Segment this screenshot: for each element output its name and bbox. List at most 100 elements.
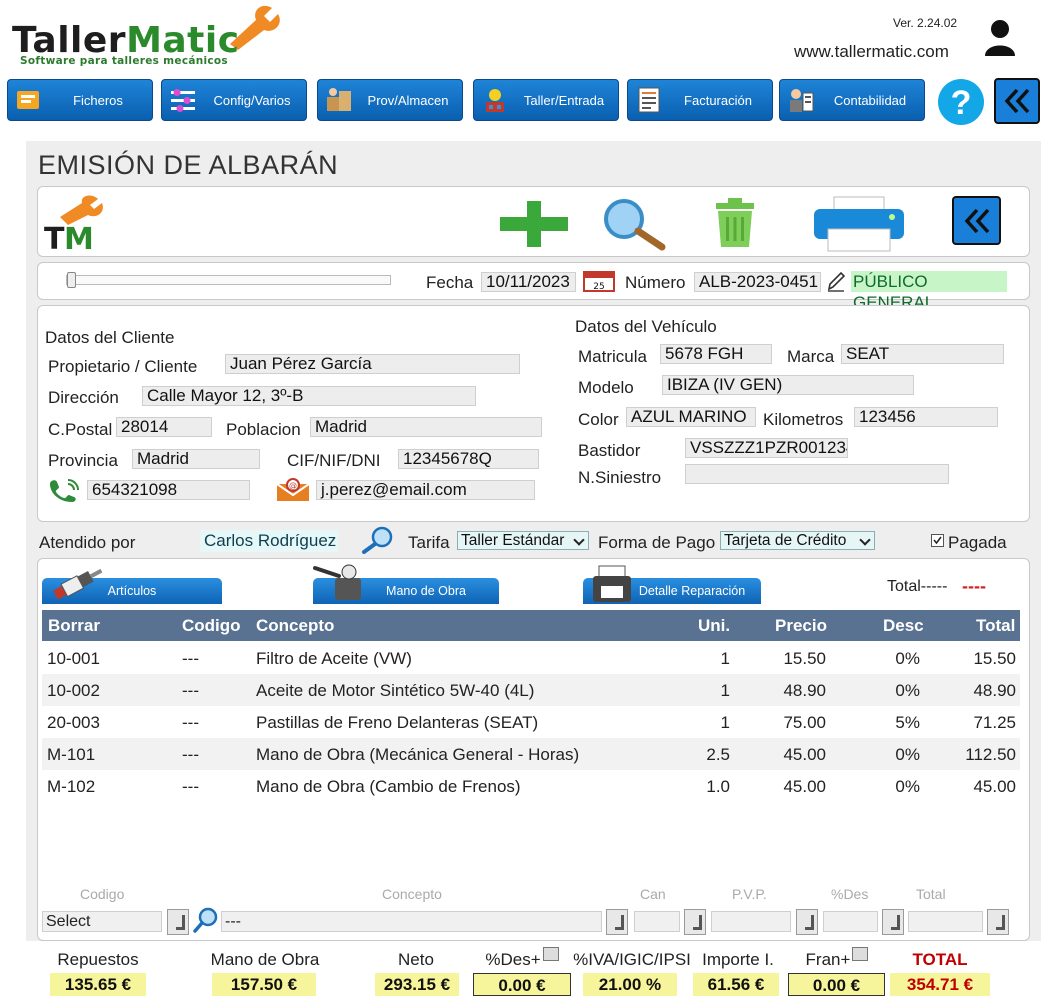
website-link[interactable]: www.tallermatic.com (794, 42, 949, 62)
record-slider[interactable] (66, 272, 391, 288)
help-icon[interactable]: ? (935, 78, 987, 126)
numero-field[interactable]: ALB-2023-0451 (694, 272, 821, 292)
cpostal-label: C.Postal (48, 420, 113, 439)
cell-codigo: --- (182, 745, 199, 764)
des-plus-toggle[interactable] (542, 947, 559, 961)
email-field[interactable]: j.perez@email.com (316, 480, 535, 500)
bastidor-field[interactable]: VSSZZZ1PZR001234 (685, 438, 848, 458)
modelo-field[interactable]: IBIZA (IV GEN) (662, 375, 914, 395)
cif-field[interactable]: 12345678Q (398, 449, 539, 469)
back-toolbar-button[interactable] (952, 196, 1001, 245)
tab-detalle-reparacion-label: Detalle Reparación (638, 584, 746, 598)
entry-codigo-select[interactable]: Select (42, 911, 162, 932)
svg-text:M: M (64, 222, 94, 251)
total-final-value: 354.71 € (890, 973, 990, 996)
cell-concepto: Filtro de Aceite (VW) (256, 649, 412, 668)
nav-facturacion-label: Facturación (684, 92, 752, 108)
tab-mano-de-obra-label: Mano de Obra (386, 584, 466, 598)
pagada-checkbox[interactable] (931, 534, 944, 547)
table-row[interactable]: M-102 --- Mano de Obra (Cambio de Frenos… (42, 770, 1020, 802)
cell-total: 15.50 (973, 649, 1016, 668)
cell-codigo-ref: M-102 (47, 777, 96, 796)
entry-des-button[interactable] (882, 909, 904, 935)
table-row[interactable]: 10-002 --- Aceite de Motor Sintético 5W-… (42, 674, 1020, 706)
cell-concepto: Pastillas de Freno Delanteras (SEAT) (256, 713, 539, 732)
entry-concepto-input[interactable]: --- (221, 911, 602, 932)
table-row[interactable]: 20-003 --- Pastillas de Freno Delanteras… (42, 706, 1020, 738)
user-icon[interactable] (982, 18, 1018, 56)
marca-field[interactable]: SEAT (841, 344, 1004, 364)
fran-plus-value: 0.00 € (788, 973, 885, 996)
table-row[interactable]: 10-001 --- Filtro de Aceite (VW) 1 15.50… (42, 642, 1020, 674)
entry-pvp-label: P.V.P. (732, 886, 767, 902)
direccion-field[interactable]: Calle Mayor 12, 3º-B (142, 386, 476, 406)
marca-label: Marca (787, 347, 835, 366)
entry-total-button[interactable] (987, 909, 1009, 935)
color-field[interactable]: AZUL MARINO (626, 407, 756, 427)
nav-facturacion-button[interactable]: Facturación (627, 79, 773, 121)
nav-contabilidad-button[interactable]: Contabilidad (779, 79, 925, 121)
slider-thumb[interactable] (67, 272, 76, 288)
svg-text:T: T (44, 222, 65, 251)
calendar-icon[interactable]: 25 (583, 270, 615, 292)
entry-pvp-input[interactable] (711, 911, 791, 932)
tarifa-label: Tarifa (408, 533, 450, 552)
entry-des-input[interactable] (823, 911, 878, 932)
atendido-field[interactable]: Carlos Rodríguez (200, 530, 338, 552)
search-employee-icon[interactable] (360, 526, 398, 554)
poblacion-field[interactable]: Madrid (310, 417, 542, 437)
total-final-label: TOTAL (912, 950, 968, 969)
print-icon[interactable] (810, 195, 908, 253)
col-codigo: Codigo (182, 616, 241, 635)
cell-codigo: --- (182, 777, 199, 796)
cell-codigo-ref: 20-003 (47, 713, 100, 732)
search-icon[interactable] (598, 197, 670, 253)
entry-can-button[interactable] (684, 909, 706, 935)
numero-label: Número (625, 273, 686, 292)
provincia-label: Provincia (48, 451, 118, 470)
cell-codigo-ref: M-101 (47, 745, 96, 764)
nav-prov-almacen-button[interactable]: Prov/Almacen (317, 79, 463, 121)
checkmark-icon (933, 536, 942, 545)
col-total: Total (976, 616, 1016, 635)
des-plus-label: %Des+ (478, 947, 566, 970)
cell-precio: 48.90 (783, 681, 826, 700)
forma-pago-select[interactable]: Tarjeta de Crédito (720, 531, 875, 550)
entry-total-input[interactable] (908, 911, 983, 932)
fran-plus-label: Fran+ (795, 947, 879, 970)
double-chevron-left-icon (1004, 88, 1030, 114)
propietario-field[interactable]: Juan Pérez García (225, 354, 520, 374)
telefono-field[interactable]: 654321098 (87, 480, 250, 500)
matricula-field[interactable]: 5678 FGH (660, 344, 772, 364)
pagada-label: Pagada (948, 533, 1007, 552)
printer-detail-icon (593, 565, 631, 602)
kilometros-field[interactable]: 123456 (854, 407, 998, 427)
repuestos-label: Repuestos (57, 950, 139, 969)
cpostal-field[interactable]: 28014 (116, 417, 212, 437)
cell-uni: 1 (720, 681, 730, 700)
siniestro-field[interactable] (685, 464, 949, 484)
importe-value: 61.56 € (693, 973, 779, 996)
mechanic-icon (313, 564, 361, 600)
matricula-label: Matricula (578, 347, 647, 366)
entry-can-input[interactable] (634, 911, 680, 932)
nav-config-button[interactable]: Config/Varios (161, 79, 307, 121)
search-item-icon[interactable] (192, 906, 220, 934)
table-row[interactable]: M-101 --- Mano de Obra (Mecánica General… (42, 738, 1020, 770)
edit-pencil-icon[interactable] (826, 270, 846, 292)
entry-pvp-button[interactable] (796, 909, 818, 935)
fran-plus-toggle[interactable] (852, 947, 869, 961)
entry-concepto-button[interactable] (606, 909, 628, 935)
nav-ficheros-button[interactable]: Ficheros (7, 79, 153, 121)
tarifa-select[interactable]: Taller Estándar (457, 531, 589, 550)
fecha-field[interactable]: 10/11/2023 (481, 272, 576, 292)
nav-config-label: Config/Varios (213, 92, 291, 108)
back-button[interactable] (994, 78, 1040, 124)
entry-concepto-label: Concepto (382, 886, 442, 902)
add-icon[interactable] (498, 199, 570, 249)
nav-taller-entrada-button[interactable]: Taller/Entrada (473, 79, 619, 121)
provincia-field[interactable]: Madrid (132, 449, 260, 469)
entry-codigo-button[interactable] (167, 909, 189, 935)
cell-uni: 2.5 (706, 745, 730, 764)
delete-trash-icon[interactable] (712, 197, 758, 249)
